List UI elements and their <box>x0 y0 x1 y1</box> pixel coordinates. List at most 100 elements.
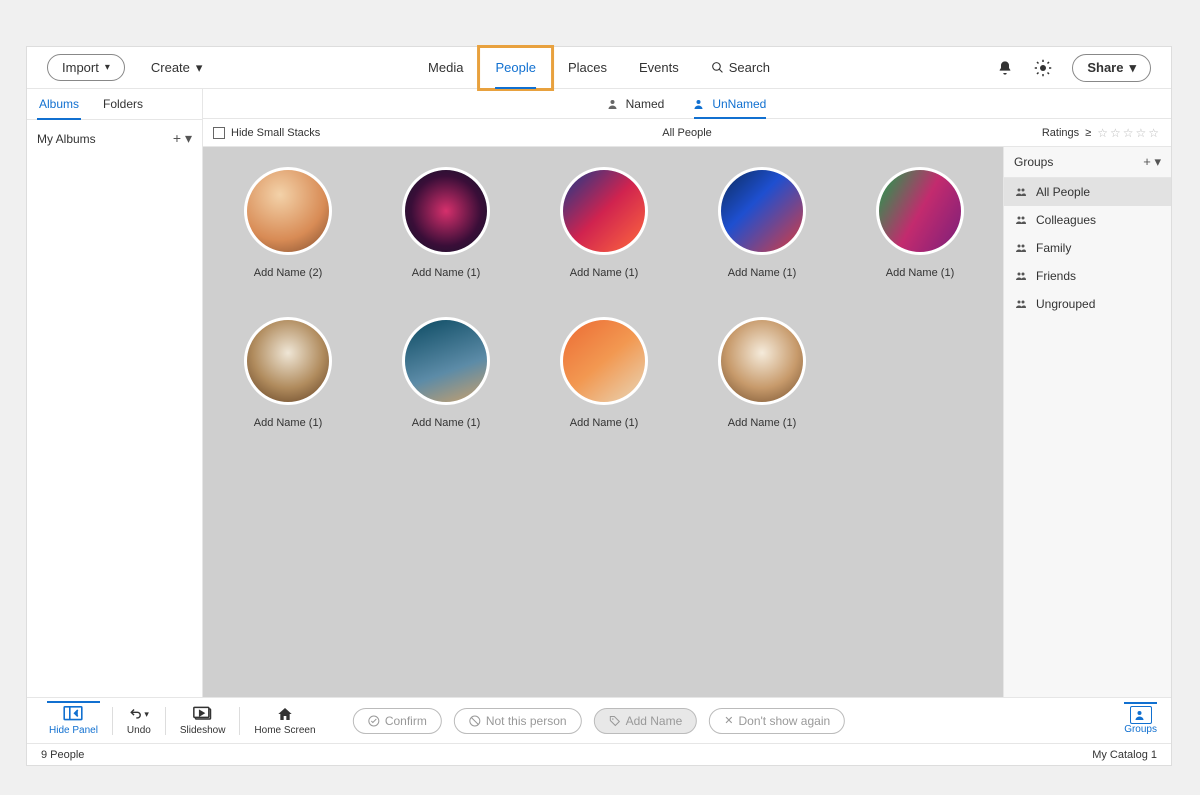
person-label: Add Name (1) <box>728 267 797 279</box>
share-button[interactable]: Share ▾ <box>1072 54 1151 82</box>
status-bar: 9 People My Catalog 1 <box>27 743 1171 765</box>
import-button[interactable]: Import ▾ <box>47 54 125 81</box>
group-item-friends[interactable]: Friends <box>1004 262 1171 290</box>
star-icons: ☆☆☆☆☆ <box>1097 126 1161 140</box>
person-tile[interactable]: Add Name (1) <box>683 167 841 279</box>
filter-bar: Hide Small Stacks All People Ratings ≥ ☆… <box>203 119 1171 147</box>
group-item-family[interactable]: Family <box>1004 234 1171 262</box>
people-icon <box>1014 270 1028 282</box>
status-catalog: My Catalog 1 <box>1092 749 1157 761</box>
avatar <box>244 317 332 405</box>
subnav-named[interactable]: Named <box>608 89 665 119</box>
chevron-down-icon: ▾ <box>196 60 203 76</box>
slideshow-button[interactable]: Slideshow <box>172 705 234 736</box>
person-label: Add Name (1) <box>570 417 639 429</box>
groups-header: Groups + ▾ <box>1004 147 1171 178</box>
avatar <box>402 167 490 255</box>
separator <box>112 707 113 735</box>
status-count: 9 People <box>41 749 84 761</box>
avatar <box>718 317 806 405</box>
undo-button[interactable]: ▾ Undo <box>119 705 159 736</box>
ratings-filter[interactable]: Ratings ≥ ☆☆☆☆☆ <box>1042 126 1161 140</box>
person-label: Add Name (2) <box>254 267 323 279</box>
home-icon <box>275 705 295 723</box>
nav-events[interactable]: Events <box>623 47 695 89</box>
people-icon <box>1014 186 1028 198</box>
avatar <box>718 167 806 255</box>
person-label: Add Name (1) <box>412 417 481 429</box>
create-label: Create <box>151 60 190 75</box>
app-window: Import ▾ Create ▾ Media People Places Ev… <box>26 46 1172 766</box>
person-icon <box>608 98 620 110</box>
add-album-button[interactable]: + ▾ <box>173 130 192 147</box>
nav-places[interactable]: Places <box>552 47 623 89</box>
chevron-down-icon: ▾ <box>1129 60 1136 76</box>
hide-small-stacks-checkbox[interactable] <box>213 127 225 139</box>
body: Albums Folders My Albums + ▾ Named UnNam… <box>27 89 1171 697</box>
people-grid: Add Name (2) Add Name (1) Add Name (1) A… <box>209 167 997 429</box>
notifications-icon[interactable] <box>996 59 1014 77</box>
tab-folders[interactable]: Folders <box>91 89 155 119</box>
people-subnav: Named UnNamed <box>203 89 1171 119</box>
share-label: Share <box>1087 60 1123 75</box>
person-label: Add Name (1) <box>570 267 639 279</box>
people-icon <box>1014 214 1028 226</box>
avatar <box>402 317 490 405</box>
person-tile[interactable]: Add Name (2) <box>209 167 367 279</box>
main-nav: Media People Places Events Search <box>412 47 786 89</box>
bottom-bar: Hide Panel ▾ Undo Slideshow Home Screen <box>27 697 1171 743</box>
person-tile[interactable]: Add Name (1) <box>367 317 525 429</box>
groups-header-label: Groups <box>1014 155 1053 169</box>
group-item-ungrouped[interactable]: Ungrouped <box>1004 290 1171 318</box>
person-tile[interactable]: Add Name (1) <box>841 167 999 279</box>
block-icon <box>469 715 481 727</box>
create-button[interactable]: Create ▾ <box>151 60 203 76</box>
my-albums-header: My Albums + ▾ <box>27 120 202 157</box>
top-right-tools: Share ▾ <box>996 54 1151 82</box>
add-group-button[interactable]: + ▾ <box>1143 154 1161 170</box>
close-icon: ✕ <box>724 714 733 727</box>
import-label: Import <box>62 60 99 75</box>
subnav-unnamed[interactable]: UnNamed <box>694 89 766 119</box>
person-icon <box>694 98 706 110</box>
left-sidebar: Albums Folders My Albums + ▾ <box>27 89 203 697</box>
people-grid-area[interactable]: Add Name (2) Add Name (1) Add Name (1) A… <box>203 147 1003 697</box>
check-icon <box>368 715 380 727</box>
chevron-down-icon: ▾ <box>105 62 110 73</box>
ratings-gte: ≥ <box>1085 127 1091 139</box>
person-label: Add Name (1) <box>728 417 797 429</box>
group-item-all-people[interactable]: All People <box>1004 178 1171 206</box>
add-name-button[interactable]: Add Name <box>594 708 698 734</box>
main-panel: Named UnNamed Hide Small Stacks All Peop… <box>203 89 1171 697</box>
search-icon <box>711 61 724 74</box>
person-tile[interactable]: Add Name (1) <box>209 317 367 429</box>
appearance-icon[interactable] <box>1034 59 1052 77</box>
right-sidebar: Groups + ▾ All People Colleagues Family <box>1003 147 1171 697</box>
my-albums-label: My Albums <box>37 132 96 146</box>
tab-albums[interactable]: Albums <box>27 89 91 119</box>
nav-media[interactable]: Media <box>412 47 479 89</box>
people-icon <box>1130 706 1152 724</box>
person-tile[interactable]: Add Name (1) <box>525 167 683 279</box>
hide-small-stacks-label: Hide Small Stacks <box>231 127 320 139</box>
confirm-button[interactable]: Confirm <box>353 708 442 734</box>
person-label: Add Name (1) <box>254 417 323 429</box>
person-tile[interactable]: Add Name (1) <box>683 317 841 429</box>
avatar <box>244 167 332 255</box>
nav-people[interactable]: People <box>479 47 551 89</box>
separator <box>239 707 240 735</box>
person-tile[interactable]: Add Name (1) <box>367 167 525 279</box>
home-screen-button[interactable]: Home Screen <box>246 705 323 736</box>
group-item-colleagues[interactable]: Colleagues <box>1004 206 1171 234</box>
not-this-person-button[interactable]: Not this person <box>454 708 582 734</box>
action-buttons: Confirm Not this person Add Name ✕ Don't… <box>353 708 845 734</box>
groups-toggle-button[interactable]: Groups <box>1124 706 1157 735</box>
top-bar: Import ▾ Create ▾ Media People Places Ev… <box>27 47 1171 89</box>
separator <box>165 707 166 735</box>
left-panel-tabs: Albums Folders <box>27 89 202 120</box>
dont-show-again-button[interactable]: ✕ Don't show again <box>709 708 845 734</box>
nav-search[interactable]: Search <box>695 47 786 89</box>
person-tile[interactable]: Add Name (1) <box>525 317 683 429</box>
hide-panel-button[interactable]: Hide Panel <box>41 705 106 736</box>
avatar <box>560 317 648 405</box>
